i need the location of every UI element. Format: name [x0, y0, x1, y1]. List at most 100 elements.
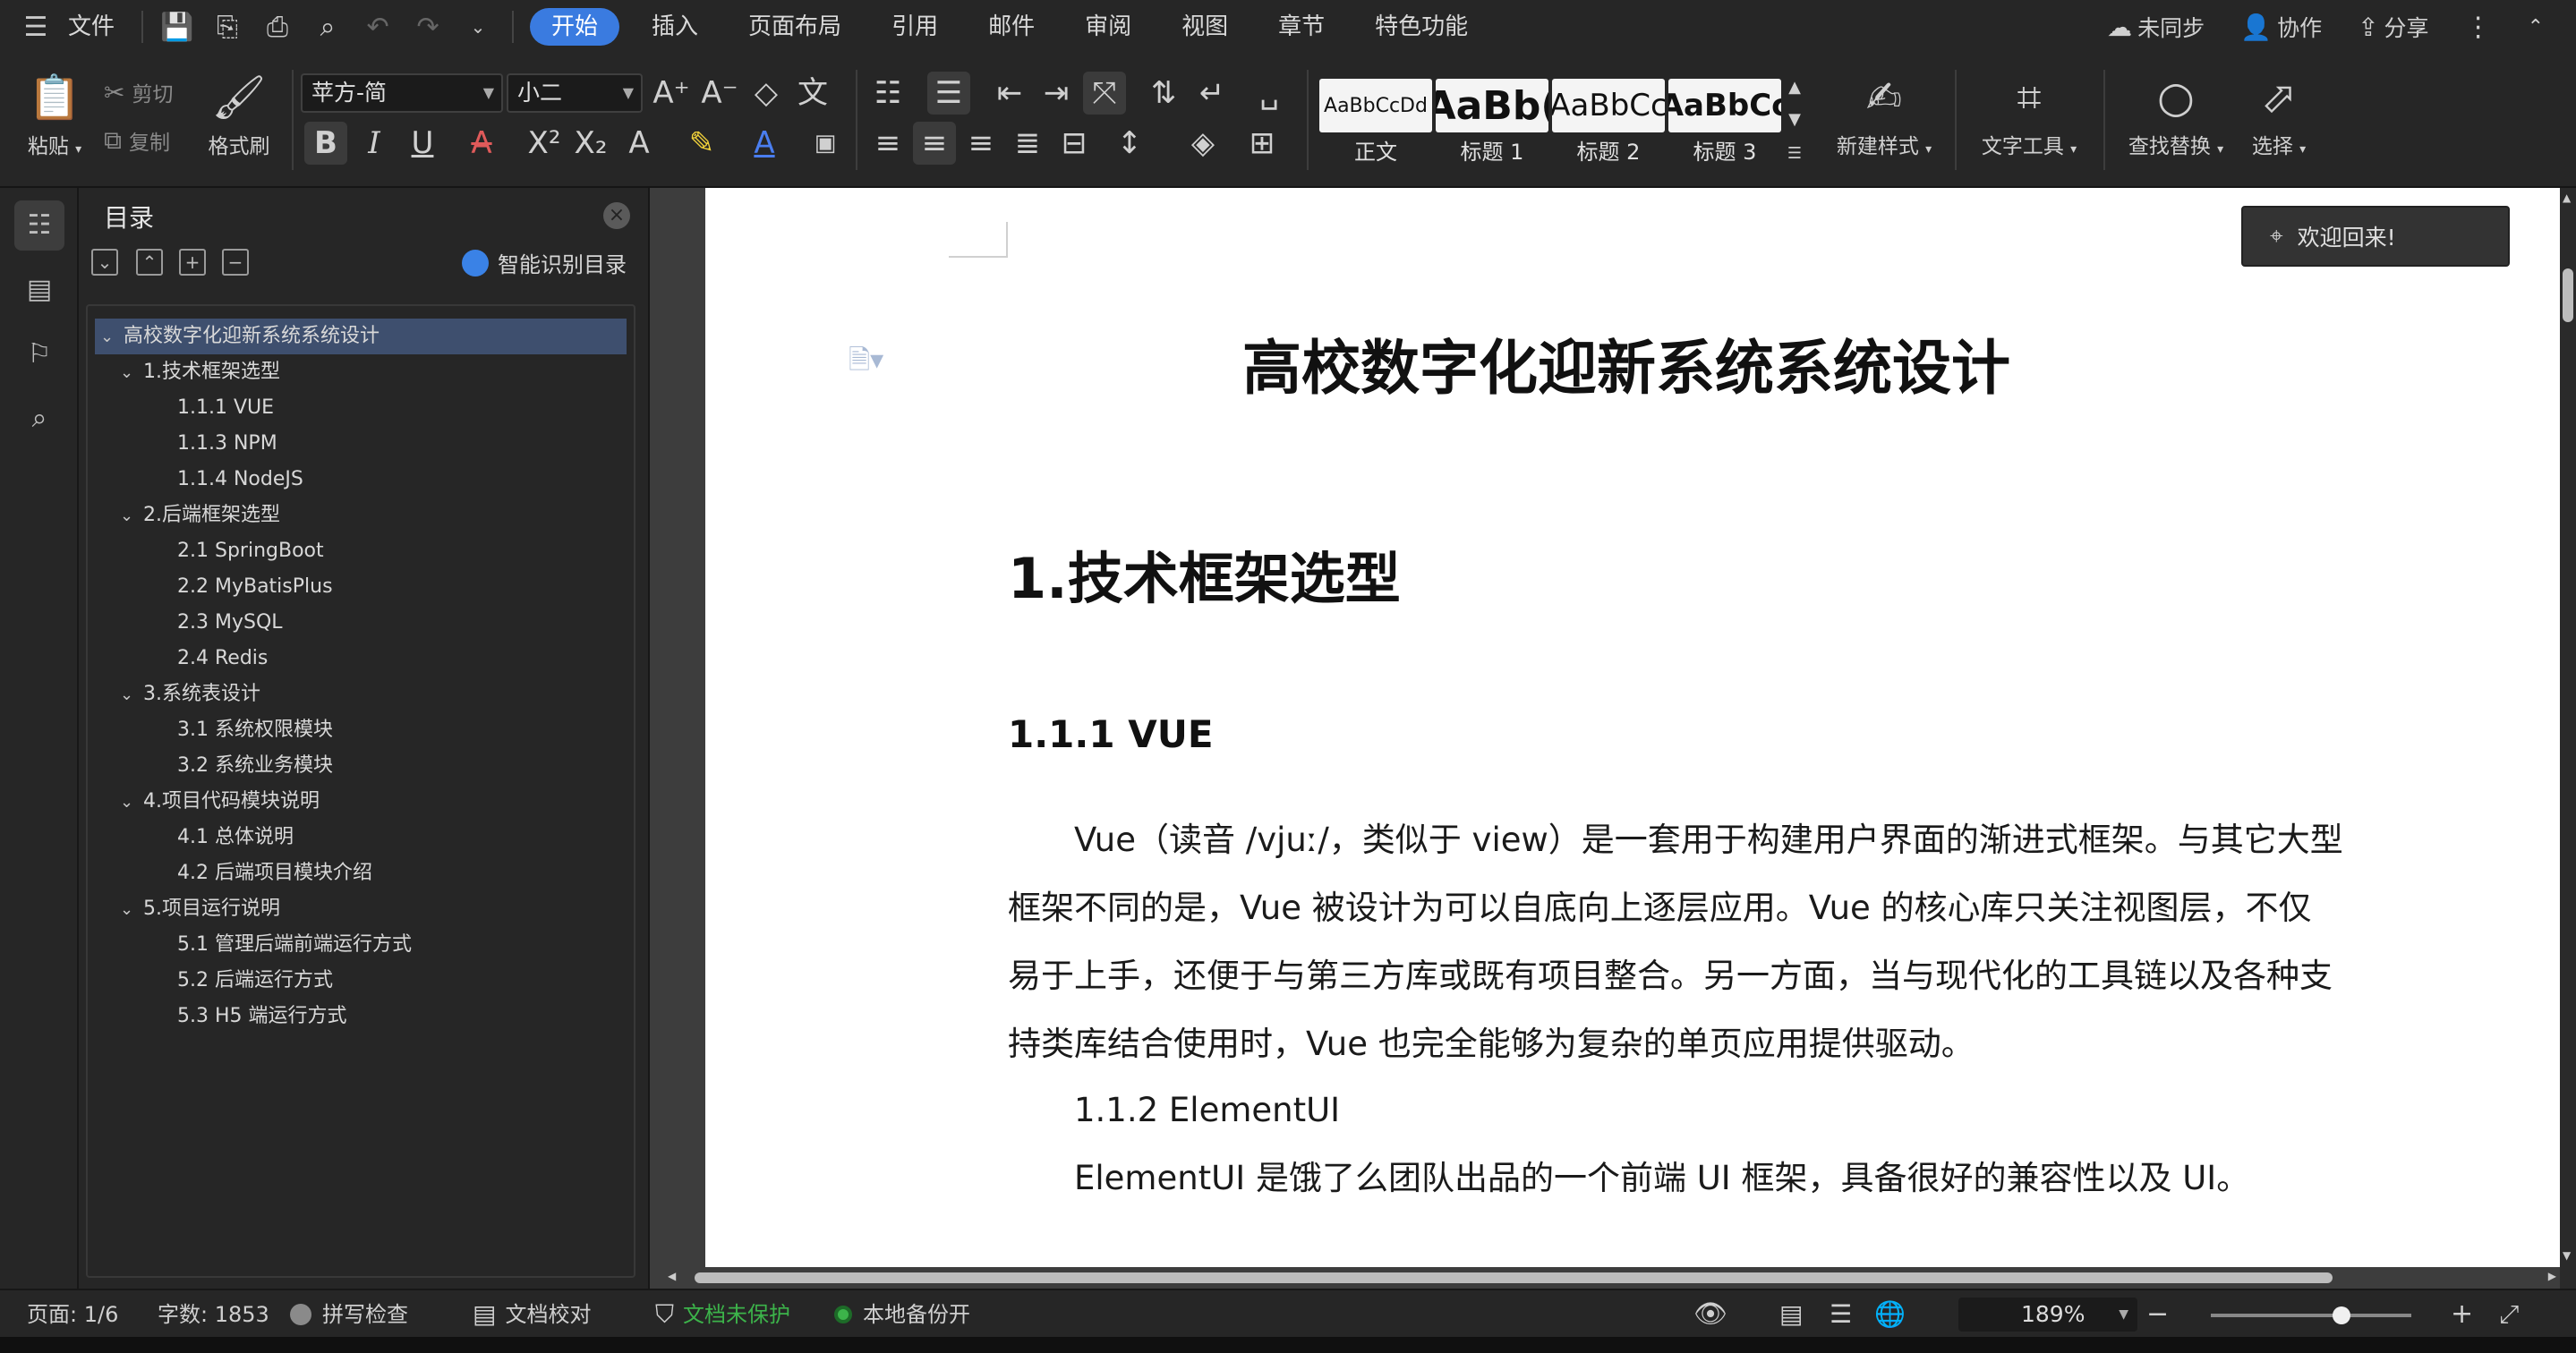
style-2[interactable]: AaBbCc 标题 2 [1552, 79, 1665, 170]
styles-more-icon[interactable]: ☰ [1781, 132, 1808, 175]
scroll-down-icon[interactable]: ▼ [2563, 1249, 2571, 1262]
undo-icon[interactable]: ↶ [353, 0, 403, 54]
eye-protection-icon[interactable]: 👁 [1693, 1290, 1727, 1339]
chevron-down-icon[interactable]: ⌄ [120, 355, 143, 391]
toc-item[interactable]: 5.3 H5 端运行方式 [88, 999, 634, 1034]
collapse-ribbon-icon[interactable]: ⌃ [2510, 16, 2576, 38]
hamburger-menu-icon[interactable]: ☰ [11, 0, 61, 54]
toc-item[interactable]: 1.1.4 NodeJS [88, 462, 634, 498]
clear-format-icon[interactable]: ◇ [745, 72, 788, 115]
toc-item[interactable]: 2.4 Redis [88, 641, 634, 676]
sync-status-button[interactable]: ☁ 未同步 [2089, 11, 2222, 43]
bullet-list-icon[interactable]: ☷ [866, 72, 909, 115]
local-backup-button[interactable]: 本地备份开 [834, 1290, 970, 1339]
format-painter-button[interactable]: 🖌 格式刷 [190, 66, 288, 159]
chevron-down-icon[interactable]: ⌄ [120, 498, 143, 534]
subscript-icon[interactable]: X₂ [569, 122, 612, 165]
document-options-icon[interactable]: 🗎▾ [849, 340, 883, 386]
scroll-up-icon[interactable]: ▲ [2563, 191, 2571, 204]
sort-icon[interactable]: ⇅ [1142, 72, 1185, 115]
collaborate-button[interactable]: 👤 协作 [2222, 11, 2340, 43]
page-thumbnail-icon[interactable]: ▤ [14, 265, 64, 315]
superscript-icon[interactable]: X² [523, 122, 566, 165]
save-icon[interactable]: 💾 [152, 0, 202, 54]
show-spaces-icon[interactable]: ␣ [1248, 72, 1291, 115]
style-1[interactable]: AaBb(标题 1 [1436, 79, 1548, 170]
style-3[interactable]: AaBbCc 标题 3 [1668, 79, 1781, 170]
scroll-right-icon[interactable]: ▶ [2548, 1270, 2556, 1282]
toc-item[interactable]: 1.1.1 VUE [88, 390, 634, 426]
spell-check-button[interactable]: 拼写检查 [290, 1290, 408, 1339]
strikethrough-icon[interactable]: A [460, 122, 503, 165]
find-panel-icon[interactable]: ⌕ [14, 394, 64, 444]
zoom-out-icon[interactable]: − [2146, 1290, 2169, 1339]
page-view-icon[interactable]: ▤ [1779, 1290, 1803, 1339]
tab-5[interactable]: 审阅 [1060, 0, 1156, 54]
toc-item[interactable]: 3.2 系统业务模块 [88, 748, 634, 784]
toc-item[interactable]: 2.1 SpringBoot [88, 533, 634, 569]
add-heading-icon[interactable]: + [179, 249, 206, 276]
tab-2[interactable]: 页面布局 [723, 0, 866, 54]
find-replace-button[interactable]: ○ 查找替换 ▾ [2116, 66, 2236, 159]
line-spacing-icon[interactable]: ↕ [1108, 122, 1151, 165]
text-tools-button[interactable]: ⌗ 文字工具 ▾ [1969, 66, 2089, 159]
expand-all-icon[interactable]: ⌄ [91, 249, 118, 276]
toc-item[interactable]: 5.1 管理后端前端运行方式 [88, 927, 634, 963]
new-style-button[interactable]: ✍ 新建样式 ▾ [1826, 66, 1942, 159]
phonetic-guide-icon[interactable]: 文 [791, 72, 834, 115]
toc-panel-icon[interactable]: ☷ [14, 200, 64, 251]
justify-icon[interactable]: ≣ [1006, 122, 1049, 165]
bookmark-icon[interactable]: ⚐ [14, 329, 64, 379]
word-count[interactable]: 字数: 1853 [158, 1290, 269, 1339]
share-button[interactable]: ⇪ 分享 [2340, 11, 2446, 43]
italic-icon[interactable]: I [353, 122, 396, 165]
paragraph-mark-icon[interactable]: ↵ [1190, 72, 1233, 115]
quick-access-dropdown-icon[interactable]: ⌄ [453, 0, 503, 54]
chevron-down-icon[interactable]: ⌄ [120, 677, 143, 713]
chevron-down-icon[interactable]: ⌄ [100, 319, 124, 355]
char-border-icon[interactable]: ▣ [804, 122, 847, 165]
tab-6[interactable]: 视图 [1156, 0, 1253, 54]
shading-icon[interactable]: ◈ [1181, 122, 1224, 165]
font-color-icon[interactable]: A [743, 122, 786, 165]
web-view-icon[interactable]: 🌐 [1874, 1290, 1906, 1339]
document-canvas[interactable]: 🗎▾ 高校数字化迎新系统系统设计 1.技术框架选型 1.1.1 VUE Vue（… [650, 188, 2560, 1267]
zoom-combo[interactable]: 189% ▼ [1958, 1298, 2137, 1332]
chevron-down-icon[interactable]: ⌄ [120, 785, 143, 821]
select-button[interactable]: ⬀ 选择 ▾ [2236, 66, 2322, 159]
cloud-save-icon[interactable]: ⎘ [202, 0, 252, 54]
toc-item[interactable]: ⌄ 4.项目代码模块说明 [88, 784, 634, 820]
redo-icon[interactable]: ↷ [403, 0, 453, 54]
horizontal-scrollbar[interactable]: ◀ ▶ [650, 1267, 2560, 1289]
vertical-scrollbar[interactable]: ▲ ▼ [2560, 188, 2576, 1289]
document-page[interactable]: 🗎▾ 高校数字化迎新系统系统设计 1.技术框架选型 1.1.1 VUE Vue（… [705, 188, 2560, 1267]
toc-item[interactable]: 5.2 后端运行方式 [88, 963, 634, 999]
borders-icon[interactable]: ⊞ [1241, 122, 1284, 165]
more-options-icon[interactable]: ⋮ [2447, 12, 2510, 43]
align-right-icon[interactable]: ≡ [960, 122, 1002, 165]
cut-button[interactable]: ✂ 剪切 [104, 77, 173, 107]
decrease-indent-icon[interactable]: ⇤ [988, 72, 1031, 115]
doc-protect-button[interactable]: ⛉ 文档未保护 [655, 1290, 790, 1339]
file-menu[interactable]: 文件 [61, 0, 132, 54]
close-icon[interactable]: × [603, 202, 630, 229]
outline-view-icon[interactable]: ☰ [1830, 1290, 1852, 1339]
toc-item[interactable]: ⌄ 3.系统表设计 [88, 676, 634, 712]
vertical-scroll-thumb[interactable] [2563, 268, 2573, 322]
toc-item[interactable]: ⌄ 高校数字化迎新系统系统设计 [95, 319, 627, 354]
tab-3[interactable]: 引用 [866, 0, 963, 54]
font-name-combo[interactable]: 苹方-简 ▼ [301, 73, 503, 113]
doc-proofread-button[interactable]: ▤ 文档校对 [473, 1290, 591, 1339]
align-center-icon[interactable]: ≡ [913, 122, 956, 165]
text-direction-icon[interactable]: ⤧ [1083, 72, 1126, 115]
fullscreen-icon[interactable]: ⤢ [2499, 1290, 2519, 1339]
shrink-font-icon[interactable]: A⁻ [698, 72, 741, 115]
bold-icon[interactable]: B [304, 122, 347, 165]
smart-toc-button[interactable]: 智能识别目录 [462, 247, 627, 278]
highlight-icon[interactable]: ✎ [680, 122, 723, 165]
print-icon[interactable]: ⎙ [252, 0, 303, 54]
toc-item[interactable]: 3.1 系统权限模块 [88, 712, 634, 748]
tab-8[interactable]: 特色功能 [1350, 0, 1493, 54]
toc-item[interactable]: 4.1 总体说明 [88, 820, 634, 855]
welcome-toast[interactable]: ⌖ 欢迎回来! [2241, 206, 2510, 267]
